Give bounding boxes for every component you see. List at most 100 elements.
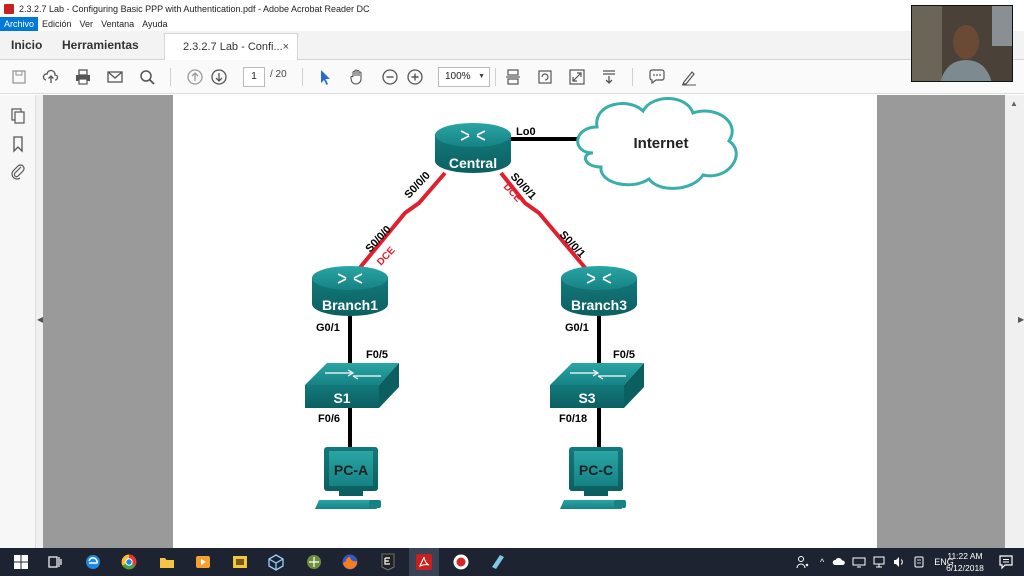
system-tray: ^ ENG [796,548,954,576]
pc-c: PC-C [560,447,626,509]
volume-icon[interactable] [892,555,906,569]
menu-ver[interactable]: Ver [76,17,98,31]
3d-box-app-icon[interactable] [267,553,285,571]
iface-s1-f05: F0/5 [366,349,388,361]
document-viewport[interactable]: Internet Central Branch1 Branch3 S1 S3 P… [43,95,1005,548]
attachments-icon[interactable] [9,162,27,180]
iface-central-s000: S0/0/0 [402,170,432,201]
bookmarks-icon[interactable] [9,135,27,153]
editor-app-icon[interactable] [489,553,507,571]
highlight-pen-icon[interactable] [680,68,698,86]
pc-a: PC-A [315,447,381,509]
network-app-icon[interactable] [305,553,323,571]
menu-bar: Archivo Edición Ver Ventana Ayuda [0,17,1024,31]
tab-document-label: 2.3.2.7 Lab - Confi... [183,41,283,53]
chevron-down-icon: ▼ [478,73,485,80]
cloud-label: Internet [633,135,688,152]
network-icon[interactable] [872,555,886,569]
iface-branch3-g01: G0/1 [565,322,589,334]
clock-date: 6/12/2018 [946,563,984,573]
firefox-icon[interactable] [341,553,359,571]
taskbar-clock[interactable]: 11:22 AM 6/12/2018 [940,550,990,574]
windows-taskbar: ^ ENG 11:22 AM 6/12/2018 [0,548,1024,576]
previous-page-icon[interactable] [186,68,204,86]
menu-ayuda[interactable]: Ayuda [138,17,171,31]
epic-games-icon[interactable] [379,553,397,571]
window-title: 2.3.2.7 Lab - Configuring Basic PPP with… [19,3,370,14]
webcam-image [912,6,1012,81]
read-mode-icon[interactable] [600,68,618,86]
tab-tools[interactable]: Herramientas [62,31,139,60]
switch-s3: S3 [550,363,644,408]
chrome-browser-icon[interactable] [120,553,138,571]
cloud-sync-icon[interactable] [832,555,846,569]
chevron-right-icon[interactable]: ▶ [1018,315,1024,324]
title-bar: 2.3.2.7 Lab - Configuring Basic PPP with… [0,0,1024,17]
zoom-select[interactable]: 100% ▼ [438,67,490,87]
next-page-icon[interactable] [210,68,228,86]
print-icon[interactable] [74,68,92,86]
pc-c-label: PC-C [579,462,613,478]
left-panel-collapse-handle[interactable]: ◀ [36,95,43,548]
scroll-mode-icon[interactable] [504,68,522,86]
router-branch3: Branch3 [561,266,637,316]
vertical-scrollbar[interactable]: ▲ ▶ [1005,95,1024,548]
email-icon[interactable] [106,68,124,86]
acrobat-reader-icon[interactable] [415,553,433,571]
pdf-page: Internet Central Branch1 Branch3 S1 S3 P… [173,95,877,548]
iface-s1-f06: F0/6 [318,413,340,425]
iface-s3-f018: F0/18 [559,413,587,425]
upload-cloud-icon[interactable] [42,68,60,86]
clock-time: 11:22 AM [947,551,983,561]
zoom-out-icon[interactable] [381,68,399,86]
menu-edicion[interactable]: Edición [38,17,76,31]
comment-icon[interactable] [648,68,666,86]
scroll-up-icon[interactable]: ▲ [1010,99,1018,108]
media-player-icon[interactable] [194,553,212,571]
zoom-value: 100% [445,71,471,82]
pc-a-label: PC-A [334,462,368,478]
task-view-icon[interactable] [46,553,64,571]
page-thumbnails-icon[interactable] [9,107,27,125]
serial-link-central-branch1 [356,171,447,272]
internet-cloud: Internet [576,97,738,190]
usb-device-icon[interactable] [912,555,926,569]
zoom-in-icon[interactable] [406,68,424,86]
router-branch3-label: Branch3 [571,297,627,313]
file-explorer-icon[interactable] [158,553,176,571]
switch-s1: S1 [305,363,399,408]
display-icon[interactable] [852,555,866,569]
menu-archivo[interactable]: Archivo [0,17,39,31]
dce-label-left: DCE [375,245,398,268]
toolbar: 1 / 20 100% ▼ [0,60,1024,94]
screen-recorder-icon[interactable] [452,553,470,571]
notifications-icon[interactable] [997,553,1015,571]
switch-s1-label: S1 [333,390,350,406]
tab-document[interactable]: 2.3.2.7 Lab - Confi... × [164,33,298,60]
search-icon[interactable] [138,68,156,86]
network-topology-diagram: Internet Central Branch1 Branch3 S1 S3 P… [305,97,738,509]
menu-ventana[interactable]: Ventana [97,17,138,31]
close-tab-icon[interactable]: × [283,34,289,60]
hand-tool-icon[interactable] [348,68,366,86]
iface-lo0: Lo0 [516,126,536,138]
windows-start-icon[interactable] [12,553,30,571]
people-icon[interactable] [796,555,810,569]
folder-app-icon[interactable] [231,553,249,571]
router-branch1: Branch1 [312,266,388,316]
page-total: / 20 [270,69,287,80]
iface-branch3-s001: S0/0/1 [557,229,587,260]
tab-row: Inicio Herramientas 2.3.2.7 Lab - Confi.… [0,31,1024,60]
select-cursor-icon[interactable] [316,68,334,86]
chevron-up-icon[interactable]: ^ [820,557,824,567]
tab-home[interactable]: Inicio [11,31,42,60]
iface-s3-f05: F0/5 [613,349,635,361]
full-screen-icon[interactable] [568,68,586,86]
webcam-overlay [911,5,1013,82]
edge-browser-icon[interactable] [84,553,102,571]
page-number-input[interactable]: 1 [243,67,265,87]
save-icon[interactable] [10,68,28,86]
rotate-view-icon[interactable] [536,68,554,86]
left-navigation-rail [0,95,36,548]
iface-branch1-g01: G0/1 [316,322,340,334]
